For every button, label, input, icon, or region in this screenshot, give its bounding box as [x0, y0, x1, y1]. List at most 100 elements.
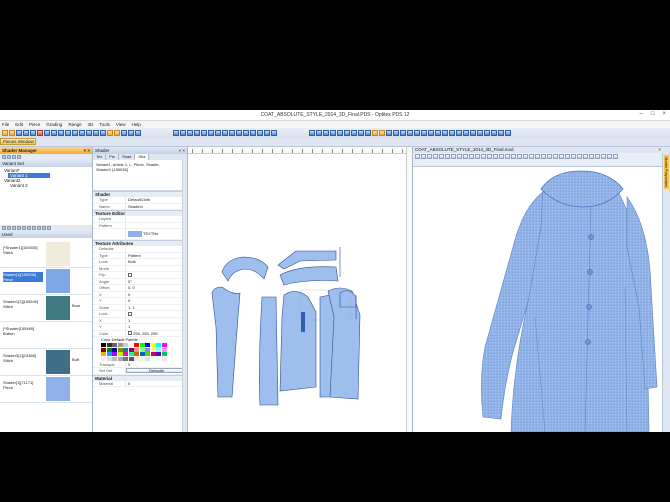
- toolbar-tool-icon[interactable]: [271, 130, 277, 136]
- toolbar-tool-icon[interactable]: [358, 130, 364, 136]
- prop-value[interactable]: 0: [125, 361, 187, 367]
- toolbar-tool-icon[interactable]: [222, 130, 228, 136]
- tool-icon[interactable]: [47, 226, 51, 230]
- toolbar-tool-icon[interactable]: [264, 130, 270, 136]
- toolbar-tool-icon[interactable]: [128, 130, 134, 136]
- toolbar-tool-icon[interactable]: [351, 130, 357, 136]
- menu-range[interactable]: Range: [68, 121, 81, 128]
- 3d-tool-icon[interactable]: [475, 154, 480, 159]
- palette-color-cell[interactable]: [112, 356, 117, 361]
- menu-3d[interactable]: 3D: [88, 121, 94, 128]
- toolbar-tool-icon[interactable]: [114, 130, 120, 136]
- toolbar-tool-icon[interactable]: [180, 130, 186, 136]
- 3d-tool-icon[interactable]: [439, 154, 444, 159]
- palette-color-cell[interactable]: [134, 347, 139, 352]
- palette-color-cell[interactable]: [128, 343, 134, 347]
- toolbar-tool-icon[interactable]: [44, 130, 50, 136]
- 3d-tool-icon[interactable]: [511, 154, 516, 159]
- pieces-canvas[interactable]: [188, 147, 412, 432]
- tab-shader-active[interactable]: Sha: [135, 154, 150, 160]
- toolbar-tool-icon[interactable]: [470, 130, 476, 136]
- palette-color-cell[interactable]: [106, 343, 112, 347]
- palette-color-cell[interactable]: [139, 352, 145, 356]
- palette-color-cell[interactable]: [117, 343, 123, 347]
- menu-view[interactable]: View: [116, 121, 126, 128]
- 3d-tool-icon[interactable]: [523, 154, 528, 159]
- minimize-icon[interactable]: –: [640, 111, 643, 117]
- shader-list-item[interactable]: Shader[1][71171] Piece: [0, 376, 92, 403]
- toolbar-tool-icon[interactable]: [463, 130, 469, 136]
- attr-value[interactable]: Bulk: [125, 259, 187, 265]
- toolbar-tool-icon[interactable]: [393, 130, 399, 136]
- 3d-tool-icon[interactable]: [457, 154, 462, 159]
- 3d-tool-icon[interactable]: [445, 154, 450, 159]
- toolbar-tool-icon[interactable]: [456, 130, 462, 136]
- prop-value[interactable]: [125, 216, 187, 222]
- layer-swatch-field[interactable]: TEXTNo: [125, 229, 187, 239]
- toolbar-tool-icon[interactable]: [51, 130, 57, 136]
- attr-value[interactable]: 1, 1: [125, 304, 187, 310]
- toolbar-tool-icon[interactable]: [309, 130, 315, 136]
- tool-icon[interactable]: [37, 226, 41, 230]
- tool-icon[interactable]: [27, 226, 31, 230]
- palette-color-cell[interactable]: [150, 347, 156, 352]
- 3d-tool-icon[interactable]: [463, 154, 468, 159]
- palette-color-cell[interactable]: [106, 347, 112, 352]
- palette-color-cell[interactable]: [156, 352, 161, 356]
- color-value-field[interactable]: 255, 255, 255: [125, 330, 187, 336]
- toolbar-tool-icon[interactable]: [442, 130, 448, 136]
- toolbar-tool-icon[interactable]: [72, 130, 78, 136]
- maximize-icon[interactable]: □: [651, 111, 655, 117]
- toolbar-tool-icon[interactable]: [337, 130, 343, 136]
- palette-color-cell[interactable]: [150, 356, 156, 361]
- palette-color-cell[interactable]: [112, 352, 117, 356]
- toolbar-tool-icon[interactable]: [250, 130, 256, 136]
- palette-color-cell[interactable]: [123, 356, 128, 361]
- toolbar-tool-icon[interactable]: [365, 130, 371, 136]
- palette-color-cell[interactable]: [123, 352, 128, 356]
- toolbar-tool-icon[interactable]: [386, 130, 392, 136]
- palette-color-cell[interactable]: [139, 347, 145, 352]
- attr-value[interactable]: 1: [125, 317, 187, 323]
- palette-color-cell[interactable]: [134, 343, 139, 347]
- 3d-tool-icon[interactable]: [493, 154, 498, 159]
- attr-value[interactable]: 0, 0: [125, 285, 187, 291]
- toolbar-tool-icon[interactable]: [208, 130, 214, 136]
- 3d-tool-icon[interactable]: [529, 154, 534, 159]
- copy-icon[interactable]: [12, 155, 16, 159]
- shader-list-item[interactable]: Shader1[1][155540] Stitch Bom: [0, 295, 92, 322]
- 3d-tool-icon[interactable]: [433, 154, 438, 159]
- shader-list-item[interactable]: Shader3[1][23388] Stitch Butt: [0, 349, 92, 376]
- shader-list-item[interactable]: [*Shader[155489] Button: [0, 322, 92, 349]
- palette-color-cell[interactable]: [112, 343, 117, 347]
- toolbar-tool-icon[interactable]: [484, 130, 490, 136]
- toolbar-tool-icon[interactable]: [79, 130, 85, 136]
- close-icon[interactable]: ×: [662, 111, 666, 117]
- toolbar-tool-icon[interactable]: [435, 130, 441, 136]
- palette-color-cell[interactable]: [123, 343, 128, 347]
- 3d-tool-icon[interactable]: [451, 154, 456, 159]
- prop-value[interactable]: 0: [125, 380, 187, 386]
- shader-list-item[interactable]: [*Shader1][150035] Stitch: [0, 241, 92, 268]
- toolbar-tool-icon[interactable]: [407, 130, 413, 136]
- toolbar-tool-icon[interactable]: [400, 130, 406, 136]
- menu-help[interactable]: Help: [132, 121, 141, 128]
- 3d-tool-icon[interactable]: [565, 154, 570, 159]
- palette-color-cell[interactable]: [128, 352, 134, 356]
- attr-value[interactable]: 0: [125, 291, 187, 297]
- toolbar-tool-icon[interactable]: [372, 130, 378, 136]
- toolbar-tool-icon[interactable]: [421, 130, 427, 136]
- palette-color-cell[interactable]: [161, 343, 167, 347]
- palette-color-cell[interactable]: [123, 347, 128, 352]
- palette-color-cell[interactable]: [156, 343, 161, 347]
- 3d-tool-icon[interactable]: [559, 154, 564, 159]
- defaults-button[interactable]: Defaults: [126, 368, 187, 373]
- delete-variant-icon[interactable]: [7, 155, 11, 159]
- toolbar-tool-icon[interactable]: [379, 130, 385, 136]
- toolbar-tool-icon[interactable]: [187, 130, 193, 136]
- toolbar-tool-icon[interactable]: [428, 130, 434, 136]
- 3d-tool-icon[interactable]: [517, 154, 522, 159]
- toolbar-tool-icon[interactable]: [316, 130, 322, 136]
- 3d-tool-icon[interactable]: [571, 154, 576, 159]
- toolbar-tool-icon[interactable]: [37, 130, 43, 136]
